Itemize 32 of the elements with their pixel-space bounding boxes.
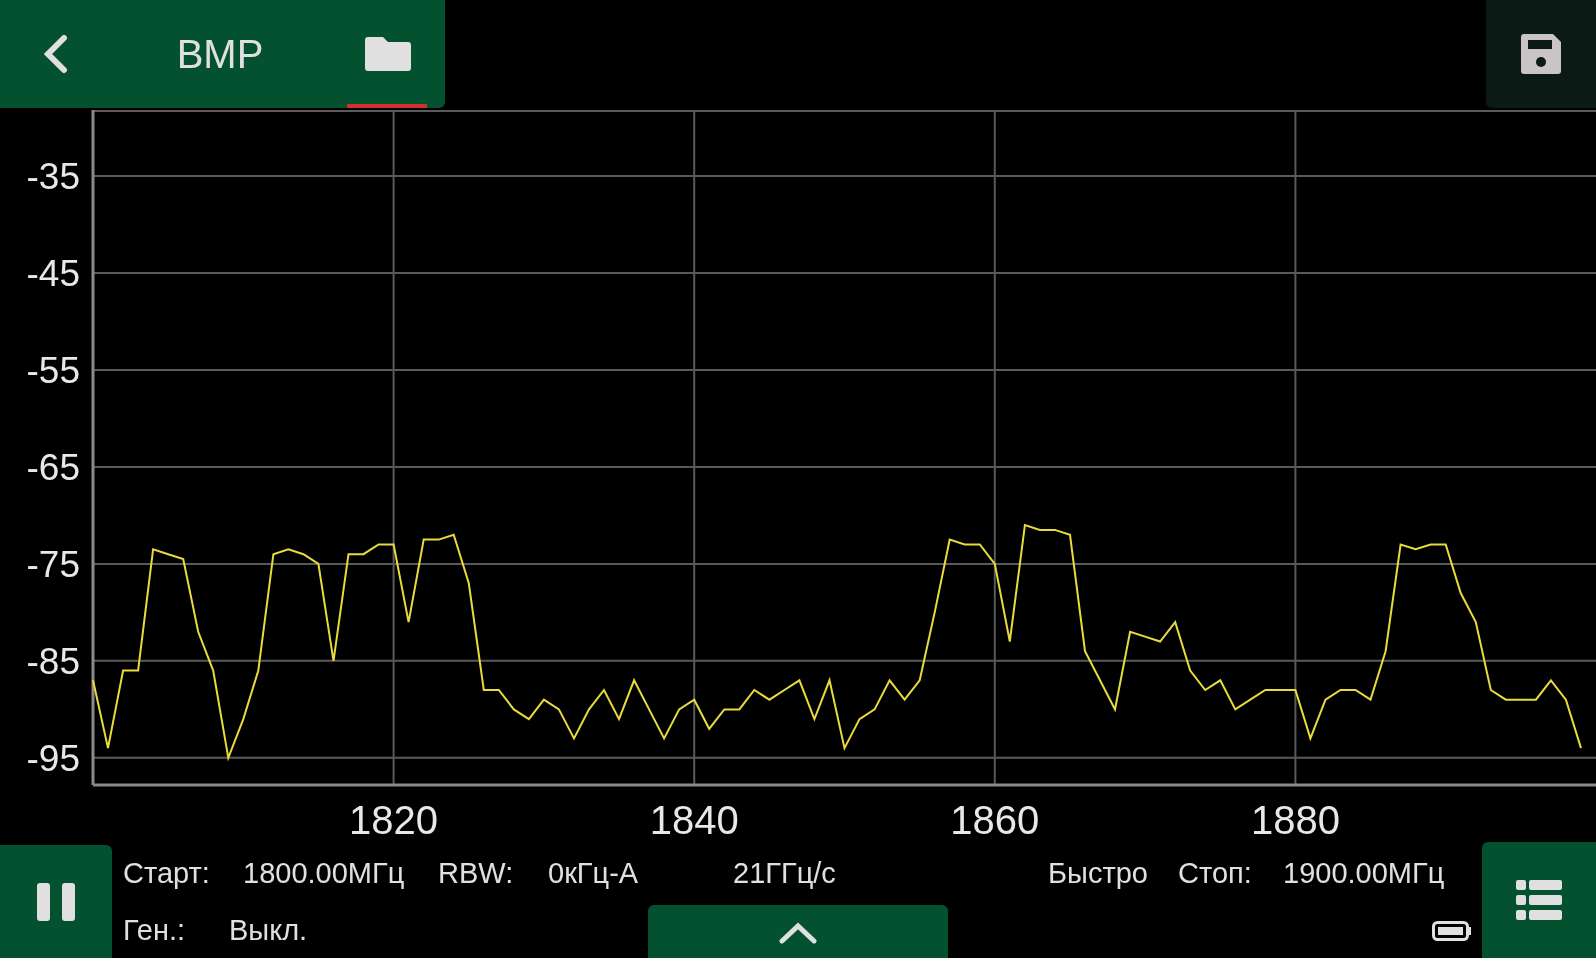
y-axis-label: -45: [26, 252, 80, 294]
status-value: Быстро: [1048, 856, 1149, 892]
list-button[interactable]: [1482, 842, 1596, 958]
folder-icon: [364, 37, 411, 71]
y-axis-label: -65: [26, 446, 80, 488]
pause-icon: [37, 882, 75, 921]
status-label: RBW:: [438, 856, 515, 892]
x-axis-label: 1820: [349, 798, 439, 842]
status-value: 1900.00МГц: [1283, 856, 1446, 892]
status-value: 21ГГц/с: [733, 856, 837, 892]
x-axis-label: 1880: [1250, 798, 1340, 842]
x-axis-label: 1860: [950, 798, 1040, 842]
status-value: Выкл.: [229, 912, 309, 948]
status-label: Старт:: [123, 856, 211, 892]
back-chevron-icon: [42, 35, 68, 73]
y-axis-label: -35: [26, 155, 80, 197]
status-value: 0кГц-А: [548, 856, 640, 892]
x-axis-label: 1840: [649, 798, 739, 842]
save-icon: [1521, 34, 1561, 74]
y-axis-label: -95: [26, 737, 80, 779]
battery-icon: [1432, 920, 1472, 941]
save-button[interactable]: [1486, 0, 1596, 108]
status-label: Ген.:: [123, 912, 187, 948]
status-label: Стоп:: [1178, 856, 1253, 892]
chevron-up-icon: [779, 921, 817, 944]
file-format-title: BMP: [175, 31, 265, 78]
list-icon: [1516, 880, 1562, 920]
y-axis-label: -75: [26, 543, 80, 585]
y-axis-label: -85: [26, 640, 80, 682]
pause-button[interactable]: [0, 845, 112, 958]
y-axis-label: -55: [26, 349, 80, 391]
status-value: 1800.00МГц: [243, 856, 406, 892]
